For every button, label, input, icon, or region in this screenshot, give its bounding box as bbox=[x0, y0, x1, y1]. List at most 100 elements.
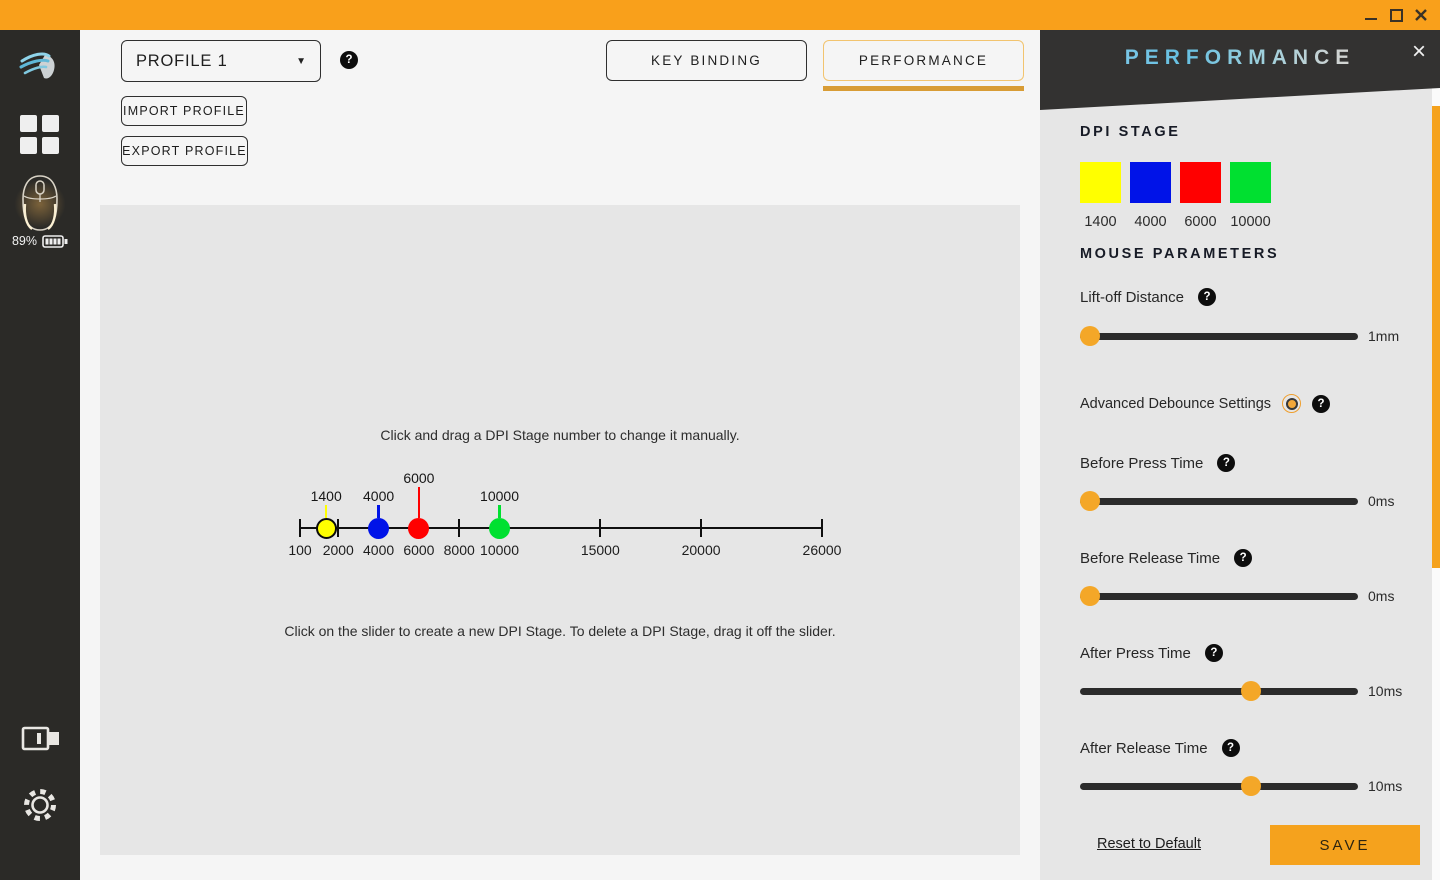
slider-handle[interactable] bbox=[1240, 776, 1261, 796]
dpi-stage-dot[interactable] bbox=[368, 518, 390, 539]
dpi-tick bbox=[337, 519, 340, 537]
minimize-icon[interactable] bbox=[1364, 8, 1378, 22]
close-window-icon[interactable] bbox=[1414, 8, 1428, 22]
after-press-time-slider[interactable] bbox=[1080, 681, 1358, 701]
after-release-time-value: 10ms bbox=[1368, 778, 1403, 794]
battery-icon bbox=[42, 234, 68, 248]
dpi-tick-label: 26000 bbox=[802, 542, 842, 558]
maximize-icon[interactable] bbox=[1389, 8, 1403, 22]
panel-scrollbar-thumb[interactable] bbox=[1432, 106, 1440, 568]
slider-handle[interactable] bbox=[1080, 491, 1100, 511]
dpi-tick-label: 15000 bbox=[580, 542, 620, 558]
before-press-time-slider[interactable] bbox=[1080, 491, 1358, 511]
dpi-instruction-bottom: Click on the slider to create a new DPI … bbox=[284, 623, 836, 639]
tab-key-binding[interactable]: KEY BINDING bbox=[606, 40, 807, 81]
active-tab-underline bbox=[823, 86, 1024, 91]
panel-scrollbar-track[interactable] bbox=[1432, 30, 1440, 880]
battery-percent-label: 89% bbox=[11, 234, 38, 248]
dpi-stage-number-label[interactable]: 4000 bbox=[339, 488, 419, 504]
save-button[interactable]: SAVE bbox=[1270, 825, 1420, 865]
dpi-stage-leader-line bbox=[417, 487, 421, 518]
dpi-stage-swatch-number: 10000 bbox=[1230, 214, 1271, 230]
before-release-time-slider[interactable] bbox=[1080, 586, 1358, 606]
slider-track[interactable] bbox=[1080, 497, 1358, 505]
sidebar: 89% bbox=[0, 30, 80, 880]
dpi-stage-swatch[interactable] bbox=[1180, 162, 1221, 203]
slider-track[interactable] bbox=[1080, 687, 1358, 695]
before-press-time-value: 0ms bbox=[1368, 493, 1395, 509]
dpi-stage-swatch-number: 6000 bbox=[1184, 214, 1217, 230]
mouse-device-icon[interactable] bbox=[6, 172, 74, 236]
slider-handle[interactable] bbox=[1080, 326, 1100, 346]
profile-help-icon[interactable]: ? bbox=[340, 51, 358, 69]
dongle-receiver-icon[interactable] bbox=[20, 722, 62, 758]
before-release-help-icon[interactable]: ? bbox=[1234, 549, 1253, 567]
slider-handle[interactable] bbox=[1080, 586, 1100, 606]
performance-panel: PERFORMANCE × DPI STAGE 1400 4000 6000 1000… bbox=[1040, 30, 1440, 880]
reset-to-default-link[interactable]: Reset to Default bbox=[1097, 836, 1201, 852]
settings-gear-icon[interactable] bbox=[20, 784, 60, 826]
liftoff-help-icon[interactable]: ? bbox=[1197, 288, 1216, 306]
slider-track[interactable] bbox=[1080, 332, 1358, 340]
dpi-stage-leader-line bbox=[377, 505, 380, 518]
profile-dropdown-value: PROFILE 1 bbox=[136, 51, 228, 70]
battery-status: 89% bbox=[0, 234, 80, 248]
close-panel-icon[interactable]: × bbox=[1412, 40, 1426, 64]
dpi-instruction-top: Click and drag a DPI Stage number to cha… bbox=[380, 427, 740, 443]
dpi-tick bbox=[820, 519, 824, 537]
main-content: PROFILE 1 ▼ ? IMPORT PROFILE EXPORT PROF… bbox=[80, 30, 1040, 880]
export-profile-button[interactable]: EXPORT PROFILE bbox=[121, 136, 248, 166]
liftoff-slider[interactable] bbox=[1080, 326, 1358, 346]
dpi-tick bbox=[458, 519, 461, 537]
after-release-help-icon[interactable]: ? bbox=[1221, 739, 1240, 757]
after-press-time-value: 10ms bbox=[1368, 683, 1403, 699]
dpi-stage-swatch[interactable] bbox=[1080, 162, 1121, 203]
before-press-time-label: Before Press Time bbox=[1080, 454, 1204, 472]
dpi-stage-swatches bbox=[1080, 162, 1271, 203]
tab-performance[interactable]: PERFORMANCE bbox=[823, 40, 1024, 81]
dpi-stage-swatch[interactable] bbox=[1230, 162, 1271, 203]
dpi-stage-dot[interactable] bbox=[489, 518, 511, 539]
profile-dropdown[interactable]: PROFILE 1 ▼ bbox=[121, 40, 321, 82]
dpi-stage-dot[interactable] bbox=[408, 518, 430, 539]
brand-logo-icon bbox=[18, 46, 62, 90]
before-release-time-label: Before Release Time bbox=[1080, 549, 1221, 567]
mouse-parameters-heading: MOUSE PARAMETERS bbox=[1080, 246, 1280, 262]
dpi-stage-dot[interactable] bbox=[315, 518, 337, 539]
dpi-stage-swatch-number: 1400 bbox=[1084, 214, 1117, 230]
titlebar bbox=[0, 0, 1440, 30]
liftoff-value: 1mm bbox=[1368, 328, 1400, 344]
after-press-time-label: After Press Time bbox=[1080, 644, 1191, 662]
app-window: 89% PROFILE 1 ▼ ? IMPORT PROFILE EXPORT … bbox=[0, 0, 1440, 880]
slider-track[interactable] bbox=[1080, 782, 1358, 790]
dpi-stage-leader-line bbox=[498, 505, 501, 518]
performance-panel-header: PERFORMANCE × bbox=[1040, 30, 1440, 110]
dpi-stage-swatch[interactable] bbox=[1130, 162, 1171, 203]
apps-grid-icon[interactable] bbox=[20, 115, 60, 155]
dpi-stage-swatch-number: 4000 bbox=[1134, 214, 1167, 230]
chevron-down-icon: ▼ bbox=[296, 55, 306, 67]
debounce-toggle-dot bbox=[1285, 397, 1298, 410]
advanced-debounce-row: Advanced Debounce Settings ? bbox=[1080, 394, 1331, 413]
debounce-toggle[interactable] bbox=[1282, 394, 1302, 413]
after-press-help-icon[interactable]: ? bbox=[1204, 644, 1223, 662]
before-release-time-value: 0ms bbox=[1368, 588, 1395, 604]
dpi-stage-number-label[interactable]: 10000 bbox=[460, 488, 540, 504]
before-press-help-icon[interactable]: ? bbox=[1217, 454, 1236, 472]
slider-handle[interactable] bbox=[1240, 681, 1261, 701]
dpi-tick bbox=[298, 519, 302, 537]
after-release-time-slider[interactable] bbox=[1080, 776, 1358, 796]
dpi-stage-numbers: 1400 4000 6000 10000 bbox=[1080, 214, 1271, 230]
dpi-stage-leader-line bbox=[325, 505, 328, 518]
dpi-tick-label: 10000 bbox=[480, 542, 519, 558]
debounce-help-icon[interactable]: ? bbox=[1312, 394, 1331, 413]
dpi-stage-number-label[interactable]: 6000 bbox=[379, 470, 459, 486]
dpi-tick bbox=[599, 519, 602, 537]
after-release-time-label: After Release Time bbox=[1080, 739, 1208, 757]
window-controls bbox=[1364, 0, 1428, 30]
slider-track[interactable] bbox=[1080, 592, 1358, 600]
dpi-editor-panel: Click and drag a DPI Stage number to cha… bbox=[100, 205, 1020, 855]
import-profile-button[interactable]: IMPORT PROFILE bbox=[121, 96, 247, 126]
liftoff-distance-label: Lift-off Distance bbox=[1080, 288, 1184, 306]
dpi-tick bbox=[699, 519, 703, 537]
